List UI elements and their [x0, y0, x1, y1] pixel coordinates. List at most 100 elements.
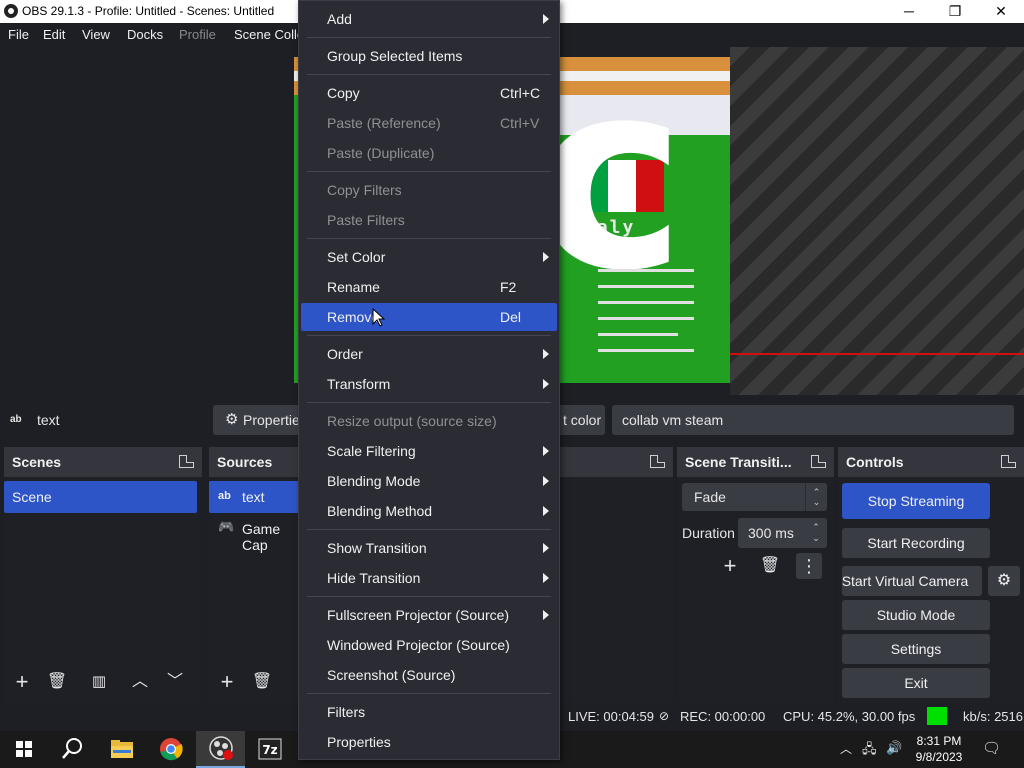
- studio-mode-button[interactable]: Studio Mode: [842, 600, 990, 630]
- chevron-updown-icon: ⌃ ⌄: [805, 483, 827, 511]
- menu-item-scale-filtering[interactable]: Scale Filtering: [301, 437, 557, 465]
- submenu-arrow-icon: [543, 446, 549, 456]
- text-input-field[interactable]: collab vm steam: [612, 405, 1014, 435]
- add-transition-icon[interactable]: +: [717, 553, 743, 579]
- text-source-icon: ab: [10, 414, 22, 425]
- settings-button[interactable]: Settings: [842, 634, 990, 664]
- menu-item-hide-transition[interactable]: Hide Transition: [301, 564, 557, 592]
- menu-item-paste-reference[interactable]: Paste (Reference) Ctrl+V: [301, 109, 557, 137]
- move-down-icon[interactable]: ﹀: [162, 669, 188, 695]
- preview-background: [730, 47, 1024, 395]
- menu-item-copy-filters[interactable]: Copy Filters: [301, 176, 557, 204]
- menu-item-resize-output[interactable]: Resize output (source size): [301, 407, 557, 435]
- menu-item-filters[interactable]: Filters: [301, 698, 557, 726]
- duration-spinbox[interactable]: 300 ms ⌃ ⌄: [738, 518, 827, 548]
- undock-icon[interactable]: [1001, 455, 1016, 468]
- menu-item-show-transition[interactable]: Show Transition: [301, 534, 557, 562]
- submenu-arrow-icon: [543, 379, 549, 389]
- menu-item-transform[interactable]: Transform: [301, 370, 557, 398]
- transition-select[interactable]: Fade ⌃ ⌄: [682, 483, 827, 511]
- move-up-icon[interactable]: ︿: [127, 669, 153, 695]
- menu-item-windowed-projector[interactable]: Windowed Projector (Source): [301, 631, 557, 659]
- cpu-fps: CPU: 45.2%, 30.00 fps: [783, 709, 916, 724]
- submenu-arrow-icon: [543, 476, 549, 486]
- submenu-arrow-icon: [543, 349, 549, 359]
- menu-profile[interactable]: Profile: [179, 27, 216, 42]
- source-item-text[interactable]: ab text: [209, 481, 309, 513]
- menu-docks[interactable]: Docks: [127, 27, 163, 42]
- search-icon[interactable]: [48, 731, 97, 768]
- 7zip-icon[interactable]: 7z: [245, 731, 294, 768]
- undock-icon[interactable]: [811, 455, 826, 468]
- sources-title: Sources: [217, 454, 273, 470]
- undock-icon[interactable]: [650, 455, 665, 468]
- file-explorer-icon[interactable]: [98, 731, 147, 768]
- network-icon[interactable]: 🖧: [862, 740, 877, 762]
- scene-filters-icon[interactable]: ▥: [86, 669, 112, 695]
- submenu-arrow-icon: [543, 506, 549, 516]
- notification-icon[interactable]: 🗨: [982, 739, 1001, 757]
- properties-button[interactable]: ⚙ Properties: [213, 405, 307, 435]
- menu-item-order[interactable]: Order: [301, 340, 557, 368]
- close-button[interactable]: ✕: [978, 0, 1024, 23]
- add-source-icon[interactable]: +: [214, 669, 240, 695]
- menu-item-remove[interactable]: Remove Del: [301, 303, 557, 331]
- menu-item-screenshot[interactable]: Screenshot (Source): [301, 661, 557, 689]
- menu-item-copy[interactable]: Copy Ctrl+C: [301, 79, 557, 107]
- maximize-button[interactable]: ❐: [932, 0, 978, 23]
- svg-text:7z: 7z: [262, 743, 277, 757]
- menu-item-rename[interactable]: Rename F2: [301, 273, 557, 301]
- start-virtual-camera-button[interactable]: Start Virtual Camera: [842, 566, 982, 596]
- obs-logo-icon: [4, 4, 18, 18]
- trash-icon[interactable]: 🗑: [757, 553, 783, 579]
- duration-label: Duration: [682, 525, 735, 541]
- text-color-button[interactable]: t color: [555, 405, 605, 435]
- source-item-game-capture[interactable]: 🎮 Game Cap: [209, 513, 309, 553]
- source-context-menu: Add Group Selected Items Copy Ctrl+C Past…: [298, 0, 560, 760]
- volume-icon[interactable]: 🔊: [886, 740, 902, 756]
- controls-title: Controls: [846, 454, 904, 470]
- menu-item-blending-mode[interactable]: Blending Mode: [301, 467, 557, 495]
- scenes-dock: Scenes Scene + 🗑 ▥ ︿ ﹀: [4, 447, 202, 703]
- undock-icon[interactable]: [179, 455, 194, 468]
- menu-item-add[interactable]: Add: [301, 5, 557, 33]
- exit-button[interactable]: Exit: [842, 668, 990, 698]
- menu-item-fullscreen-projector[interactable]: Fullscreen Projector (Source): [301, 601, 557, 629]
- rec-time: REC: 00:00:00: [680, 709, 766, 724]
- menu-edit[interactable]: Edit: [43, 27, 65, 42]
- stop-streaming-button[interactable]: Stop Streaming: [842, 483, 990, 519]
- obs-icon[interactable]: [196, 731, 245, 768]
- live-time: LIVE: 00:04:59: [568, 709, 655, 724]
- menu-item-paste-filters[interactable]: Paste Filters: [301, 206, 557, 234]
- menu-view[interactable]: View: [82, 27, 110, 42]
- menu-file[interactable]: File: [8, 27, 29, 42]
- start-icon[interactable]: [0, 731, 49, 768]
- trash-icon[interactable]: 🗑: [44, 669, 70, 695]
- bitrate: kb/s: 2516: [963, 709, 1023, 724]
- selected-source-name: text: [37, 412, 60, 428]
- submenu-arrow-icon: [543, 14, 549, 24]
- system-clock[interactable]: 8:31 PM 9/8/2023: [910, 733, 968, 765]
- chevron-up-icon[interactable]: ︿: [840, 740, 852, 757]
- virtual-camera-settings-gear-icon[interactable]: ⚙: [988, 566, 1020, 596]
- submenu-arrow-icon: [543, 252, 549, 262]
- scene-item[interactable]: Scene: [4, 481, 197, 513]
- menu-item-paste-duplicate[interactable]: Paste (Duplicate): [301, 139, 557, 167]
- trash-icon[interactable]: 🗑: [249, 669, 275, 695]
- transitions-title: Scene Transiti...: [685, 454, 792, 470]
- more-options-icon[interactable]: ⋮: [796, 553, 822, 579]
- start-recording-button[interactable]: Start Recording: [842, 528, 990, 558]
- menu-item-properties[interactable]: Properties: [301, 728, 557, 756]
- scenes-title: Scenes: [12, 454, 62, 470]
- spin-arrows-icon[interactable]: ⌃ ⌄: [805, 518, 827, 548]
- submenu-arrow-icon: [543, 543, 549, 553]
- submenu-arrow-icon: [543, 610, 549, 620]
- chrome-icon[interactable]: [147, 731, 196, 768]
- menu-item-group-selected[interactable]: Group Selected Items: [301, 42, 557, 70]
- minimize-button[interactable]: ─: [886, 0, 932, 23]
- menu-scene-collection[interactable]: Scene Colle: [234, 27, 304, 42]
- menu-item-set-color[interactable]: Set Color: [301, 243, 557, 271]
- menu-item-blending-method[interactable]: Blending Method: [301, 497, 557, 525]
- add-scene-icon[interactable]: +: [9, 669, 35, 695]
- gear-icon: ⚙: [225, 411, 239, 428]
